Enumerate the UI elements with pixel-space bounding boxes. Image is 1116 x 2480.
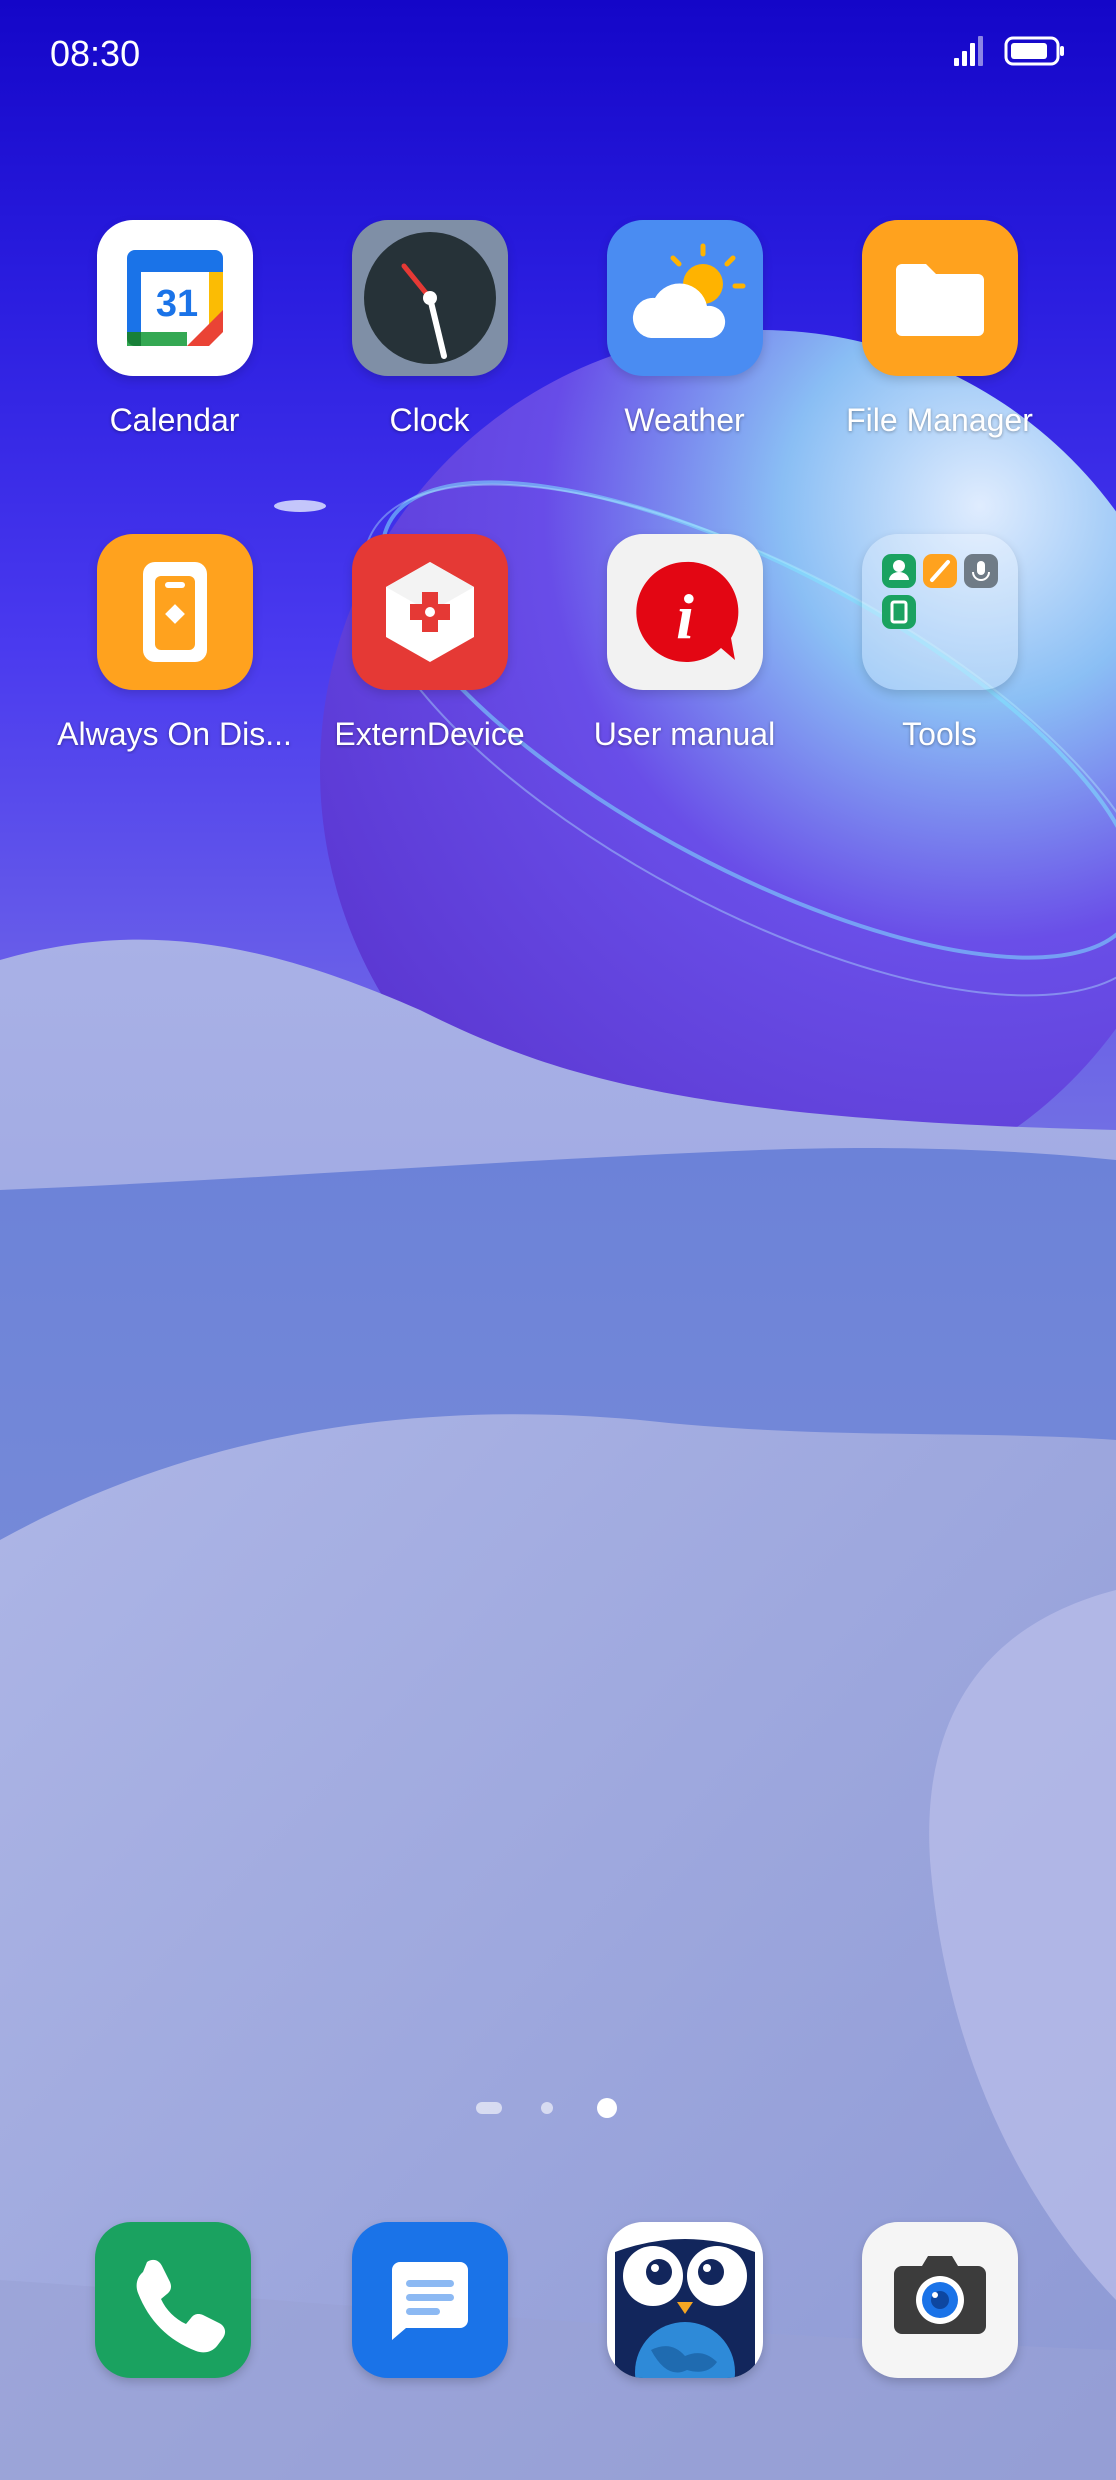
app-user-manual[interactable]: i User manual [557,534,812,754]
status-time: 08:30 [50,33,141,74]
battery-icon [1004,35,1066,72]
dock-app-messages[interactable] [352,2222,508,2378]
app-label: Tools [902,716,977,752]
signal-icon [952,34,986,73]
phone-icon [136,2259,226,2353]
camera-icon [894,2256,986,2334]
app-label: Always On Dis... [57,716,292,752]
app-externdevice[interactable]: ExternDevice [302,534,557,754]
gamepad-icon [351,534,508,690]
page-indicator-dot[interactable] [541,2102,553,2114]
folder-icon [861,220,1018,376]
dock-app-owl[interactable] [607,2222,763,2378]
dock-app-phone[interactable] [95,2222,251,2378]
page-indicator [0,2094,1116,2124]
app-label: User manual [593,716,776,752]
svg-text:31: 31 [155,283,197,325]
owl-browser-icon [615,2239,755,2378]
page-indicator-feed[interactable] [476,2102,502,2114]
info-icon: i [606,534,763,690]
messages-icon [392,2262,468,2340]
app-label: File Manager [846,402,1033,438]
svg-text:i: i [676,581,694,652]
always-on-display-icon [96,534,253,690]
app-label: Calendar [109,402,240,438]
app-always-on-display[interactable]: Always On Dis... [47,534,302,754]
app-clock[interactable]: Clock [302,220,557,440]
app-calendar[interactable]: 31 Calendar [47,220,302,440]
page-indicator-dot-active[interactable] [597,2098,617,2118]
status-icons [952,34,1066,73]
app-file-manager[interactable]: File Manager [812,220,1067,440]
app-tools-folder[interactable]: Tools [812,534,1067,754]
status-bar: 08:30 [0,0,1116,108]
folder-group-icon [861,534,1018,690]
calendar-icon: 31 [96,220,253,376]
clock-icon [351,220,508,376]
app-weather[interactable]: Weather [557,220,812,440]
weather-icon [606,220,763,376]
app-label: Clock [389,402,470,438]
app-label: Weather [624,402,745,438]
dock-app-camera[interactable] [862,2222,1018,2378]
dock [0,2222,1116,2378]
app-label: ExternDevice [334,716,525,752]
